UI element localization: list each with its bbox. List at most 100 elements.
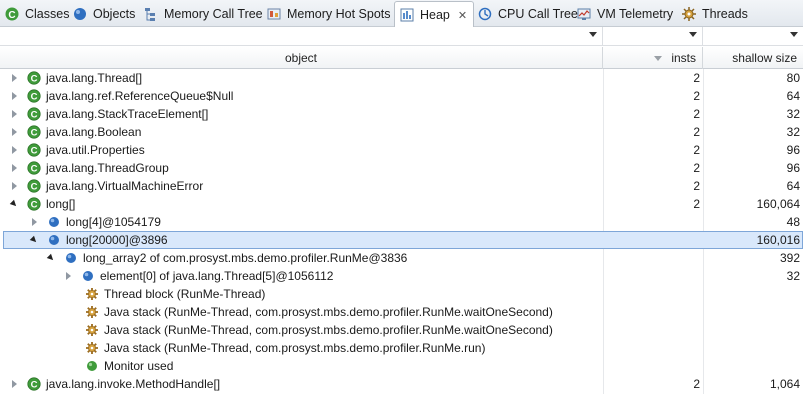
collapse-triangle-icon[interactable] [46,253,56,263]
collapse-triangle-icon[interactable] [29,235,39,245]
object-cell: Cjava.lang.ThreadGroup [10,159,169,177]
object-name: java.lang.ThreadGroup [46,161,169,175]
column-header-shallow-size[interactable]: shallow size [703,47,803,69]
table-row[interactable]: Thread block (RunMe-Thread) [0,285,803,303]
svg-text:C: C [31,128,38,139]
expand-triangle-icon[interactable] [66,272,71,280]
object-name: long_array2 of com.prosyst.mbs.demo.prof… [83,251,408,265]
object-icon [66,253,76,263]
expand-triangle-icon[interactable] [12,128,17,136]
expand-triangle-icon[interactable] [32,218,37,226]
chevron-down-icon[interactable] [589,32,597,37]
insts-value [603,213,700,231]
object-cell: Java stack (RunMe-Thread, com.prosyst.mb… [85,339,485,357]
tab-cpu-call-tree[interactable]: CPU Call Tree [477,2,578,26]
expand-triangle-icon[interactable] [12,74,17,82]
object-name: long[20000]@3896 [66,233,168,247]
chevron-down-icon[interactable] [689,32,697,37]
tab-memory-hot-spots[interactable]: Memory Hot Spots [266,2,391,26]
object-cell: long[4]@1054179 [30,213,161,231]
shallow-size-value: 48 [786,215,800,229]
shallow-size-value [703,339,800,357]
shallow-filter-input[interactable] [703,27,803,45]
table-row[interactable]: Cjava.lang.Thread[] 2 80 [0,69,803,87]
svg-text:C: C [31,182,38,193]
svg-text:C: C [31,146,38,157]
table-row[interactable]: Clong[] 2 160,064 [0,195,803,213]
insts-value [603,249,700,267]
svg-text:C: C [31,200,38,211]
table-row-selected[interactable]: long[20000]@3896 160,016 [0,231,803,249]
svg-text:C: C [31,110,38,121]
insts-value: 2 [693,107,700,121]
insts-value [603,321,700,339]
tab-objects[interactable]: Objects [72,2,135,26]
column-header-insts-label: insts [671,51,696,65]
class-icon: C [27,89,41,103]
expand-triangle-icon[interactable] [12,164,17,172]
table-row[interactable]: Monitor used [0,357,803,375]
classes-icon: C [5,7,19,21]
table-row[interactable]: Cjava.lang.ref.ReferenceQueue$Null 2 64 [0,87,803,105]
table-row[interactable]: Java stack (RunMe-Thread, com.prosyst.mb… [0,303,803,321]
tab-memory-call-tree-label: Memory Call Tree [164,7,263,21]
class-icon: C [27,377,41,391]
table-row[interactable]: Cjava.lang.invoke.MethodHandle[] 2 1,064 [0,375,803,393]
table-row[interactable]: Cjava.util.Properties 2 96 [0,141,803,159]
object-icon [49,217,59,227]
tab-classes[interactable]: C Classes [4,2,69,26]
column-header-insts[interactable]: insts [603,47,703,69]
tab-threads[interactable]: Threads [681,2,748,26]
shallow-size-value [703,321,800,339]
object-name: java.lang.VirtualMachineError [46,179,204,193]
insts-value: 2 [693,197,700,211]
filter-row [0,27,803,46]
column-header-object-label: object [284,51,318,65]
table-row[interactable]: Cjava.lang.StackTraceElement[] 2 32 [0,105,803,123]
gc-root-gear-icon [86,342,98,354]
object-name: Java stack (RunMe-Thread, com.prosyst.mb… [104,305,553,319]
expand-triangle-icon[interactable] [12,380,17,388]
insts-value: 2 [693,143,700,157]
column-header-object[interactable]: object [0,47,603,69]
shallow-size-value: 160,016 [756,233,800,247]
table-row[interactable]: Cjava.lang.ThreadGroup 2 96 [0,159,803,177]
table-row[interactable]: Java stack (RunMe-Thread, com.prosyst.mb… [0,321,803,339]
table-row[interactable]: Java stack (RunMe-Thread, com.prosyst.mb… [0,339,803,357]
object-cell: Java stack (RunMe-Thread, com.prosyst.mb… [85,321,553,339]
table-row[interactable]: Cjava.lang.Boolean 2 32 [0,123,803,141]
object-name: long[4]@1054179 [66,215,161,229]
svg-text:C: C [8,10,15,21]
insts-value: 2 [693,377,700,391]
table-row[interactable]: element[0] of java.lang.Thread[5]@105611… [0,267,803,285]
expand-triangle-icon[interactable] [12,92,17,100]
insts-filter-input[interactable] [603,27,703,45]
threads-icon [682,7,696,21]
shallow-size-value: 392 [779,251,800,265]
tab-heap-label: Heap [420,8,450,22]
shallow-size-value [703,357,800,375]
object-cell: long[20000]@3896 [29,231,168,249]
chevron-down-icon[interactable] [790,32,798,37]
tab-heap[interactable]: Heap ✕ [394,1,475,28]
table-row[interactable]: long_array2 of com.prosyst.mbs.demo.prof… [0,249,803,267]
collapse-triangle-icon[interactable] [9,199,19,209]
object-name: element[0] of java.lang.Thread[5]@105611… [100,269,334,283]
expand-triangle-icon[interactable] [12,110,17,118]
close-icon[interactable]: ✕ [458,9,467,22]
heap-tree-table: Cjava.lang.Thread[] 2 80 Cjava.lang.ref.Ref… [0,69,803,394]
heap-icon [400,8,414,22]
table-row[interactable]: long[4]@1054179 48 [0,213,803,231]
class-icon: C [27,71,41,85]
tab-vm-telemetry[interactable]: VM Telemetry [576,2,673,26]
tab-memory-call-tree[interactable]: Memory Call Tree [143,2,263,26]
table-row[interactable]: Cjava.lang.VirtualMachineError 2 64 [0,177,803,195]
expand-triangle-icon[interactable] [12,182,17,190]
object-name: Thread block (RunMe-Thread) [104,287,266,301]
object-filter-input[interactable] [0,27,603,45]
expand-triangle-icon[interactable] [12,146,17,154]
object-name: java.lang.StackTraceElement[] [46,107,209,121]
table-header: object insts shallow size [0,47,803,69]
shallow-size-value: 1,064 [769,377,800,391]
object-cell: Clong[] [9,195,75,213]
